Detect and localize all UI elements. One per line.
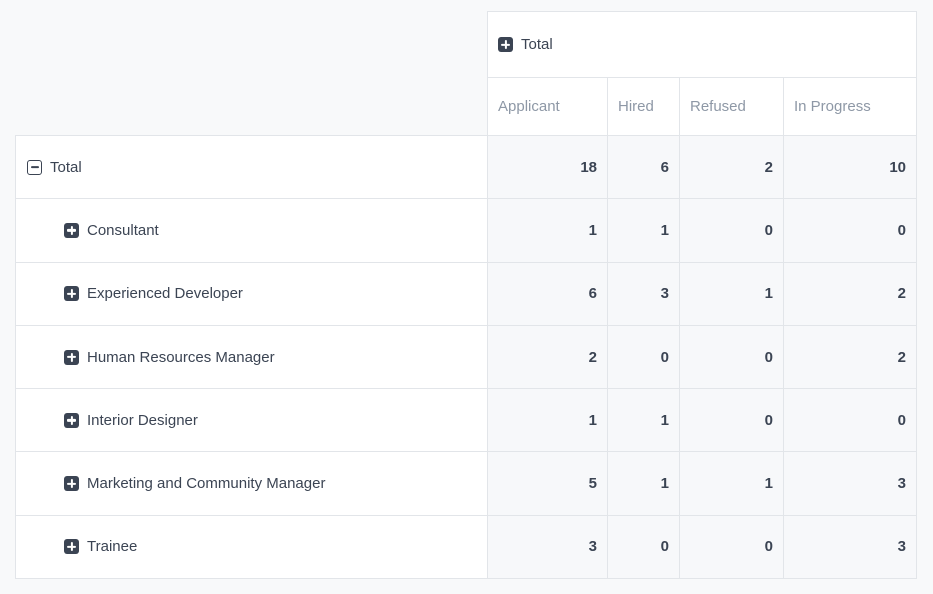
value-cell: 1 (488, 199, 608, 262)
value-cell: 0 (680, 389, 784, 452)
value-cell: 0 (680, 199, 784, 262)
value-cell: 5 (488, 452, 608, 515)
corner-cell (16, 12, 488, 78)
value-cell: 0 (680, 325, 784, 388)
value-cell: 1 (608, 199, 680, 262)
pivot-table-container: Total Applicant Hired Refused In Progres… (15, 11, 917, 579)
value-cell: 2 (784, 325, 917, 388)
row-label: Interior Designer (87, 412, 198, 429)
value-cell: 3 (488, 515, 608, 578)
measure-header-row: Applicant Hired Refused In Progress (16, 78, 917, 136)
table-row: Human Resources Manager2002 (16, 325, 917, 388)
value-cell: 3 (608, 262, 680, 325)
corner-cell (16, 78, 488, 136)
value-cell: 10 (784, 136, 917, 199)
value-cell: 1 (608, 389, 680, 452)
value-cell: 0 (608, 325, 680, 388)
plus-square-icon (498, 37, 513, 52)
row-label: Experienced Developer (87, 285, 243, 302)
row-label: Marketing and Community Manager (87, 475, 325, 492)
pivot-body: Total186210Consultant1100Experienced Dev… (16, 136, 917, 579)
measure-header-applicant[interactable]: Applicant (488, 78, 608, 136)
plus-square-icon (64, 286, 79, 301)
plus-square-icon (64, 350, 79, 365)
table-row: Experienced Developer 6312 (16, 262, 917, 325)
plus-square-icon (64, 413, 79, 428)
value-cell: 0 (784, 199, 917, 262)
row-header-trainee[interactable]: Trainee (16, 515, 488, 578)
value-cell: 1 (488, 389, 608, 452)
value-cell: 0 (784, 389, 917, 452)
row-label: Human Resources Manager (87, 349, 275, 366)
table-row: Trainee3003 (16, 515, 917, 578)
value-cell: 18 (488, 136, 608, 199)
value-cell: 1 (680, 452, 784, 515)
column-group-header-row: Total (16, 12, 917, 78)
value-cell: 2 (680, 136, 784, 199)
value-cell: 3 (784, 515, 917, 578)
pivot-table: Total Applicant Hired Refused In Progres… (15, 11, 917, 579)
row-header-total[interactable]: Total (16, 136, 488, 199)
measure-header-hired[interactable]: Hired (608, 78, 680, 136)
column-group-header-total[interactable]: Total (488, 12, 917, 78)
measure-header-refused[interactable]: Refused (680, 78, 784, 136)
plus-square-icon (64, 476, 79, 491)
value-cell: 0 (680, 515, 784, 578)
minus-square-icon (27, 160, 42, 175)
table-row: Consultant1100 (16, 199, 917, 262)
row-header-consultant[interactable]: Consultant (16, 199, 488, 262)
value-cell: 2 (488, 325, 608, 388)
plus-square-icon (64, 539, 79, 554)
value-cell: 6 (488, 262, 608, 325)
value-cell: 6 (608, 136, 680, 199)
row-label: Total (50, 159, 82, 176)
measure-header-in-progress[interactable]: In Progress (784, 78, 917, 136)
value-cell: 2 (784, 262, 917, 325)
row-label: Consultant (87, 222, 159, 239)
table-row: Marketing and Community Manager5113 (16, 452, 917, 515)
value-cell: 1 (608, 452, 680, 515)
value-cell: 0 (608, 515, 680, 578)
row-header-marketing-and-community-manager[interactable]: Marketing and Community Manager (16, 452, 488, 515)
table-row: Total 186210 (16, 136, 917, 199)
row-header-experienced-developer[interactable]: Experienced Developer (16, 262, 488, 325)
value-cell: 1 (680, 262, 784, 325)
table-row: Interior Designer1100 (16, 389, 917, 452)
column-group-label: Total (521, 36, 553, 53)
plus-square-icon (64, 223, 79, 238)
row-header-interior-designer[interactable]: Interior Designer (16, 389, 488, 452)
value-cell: 3 (784, 452, 917, 515)
row-header-human-resources-manager[interactable]: Human Resources Manager (16, 325, 488, 388)
row-label: Trainee (87, 538, 137, 555)
